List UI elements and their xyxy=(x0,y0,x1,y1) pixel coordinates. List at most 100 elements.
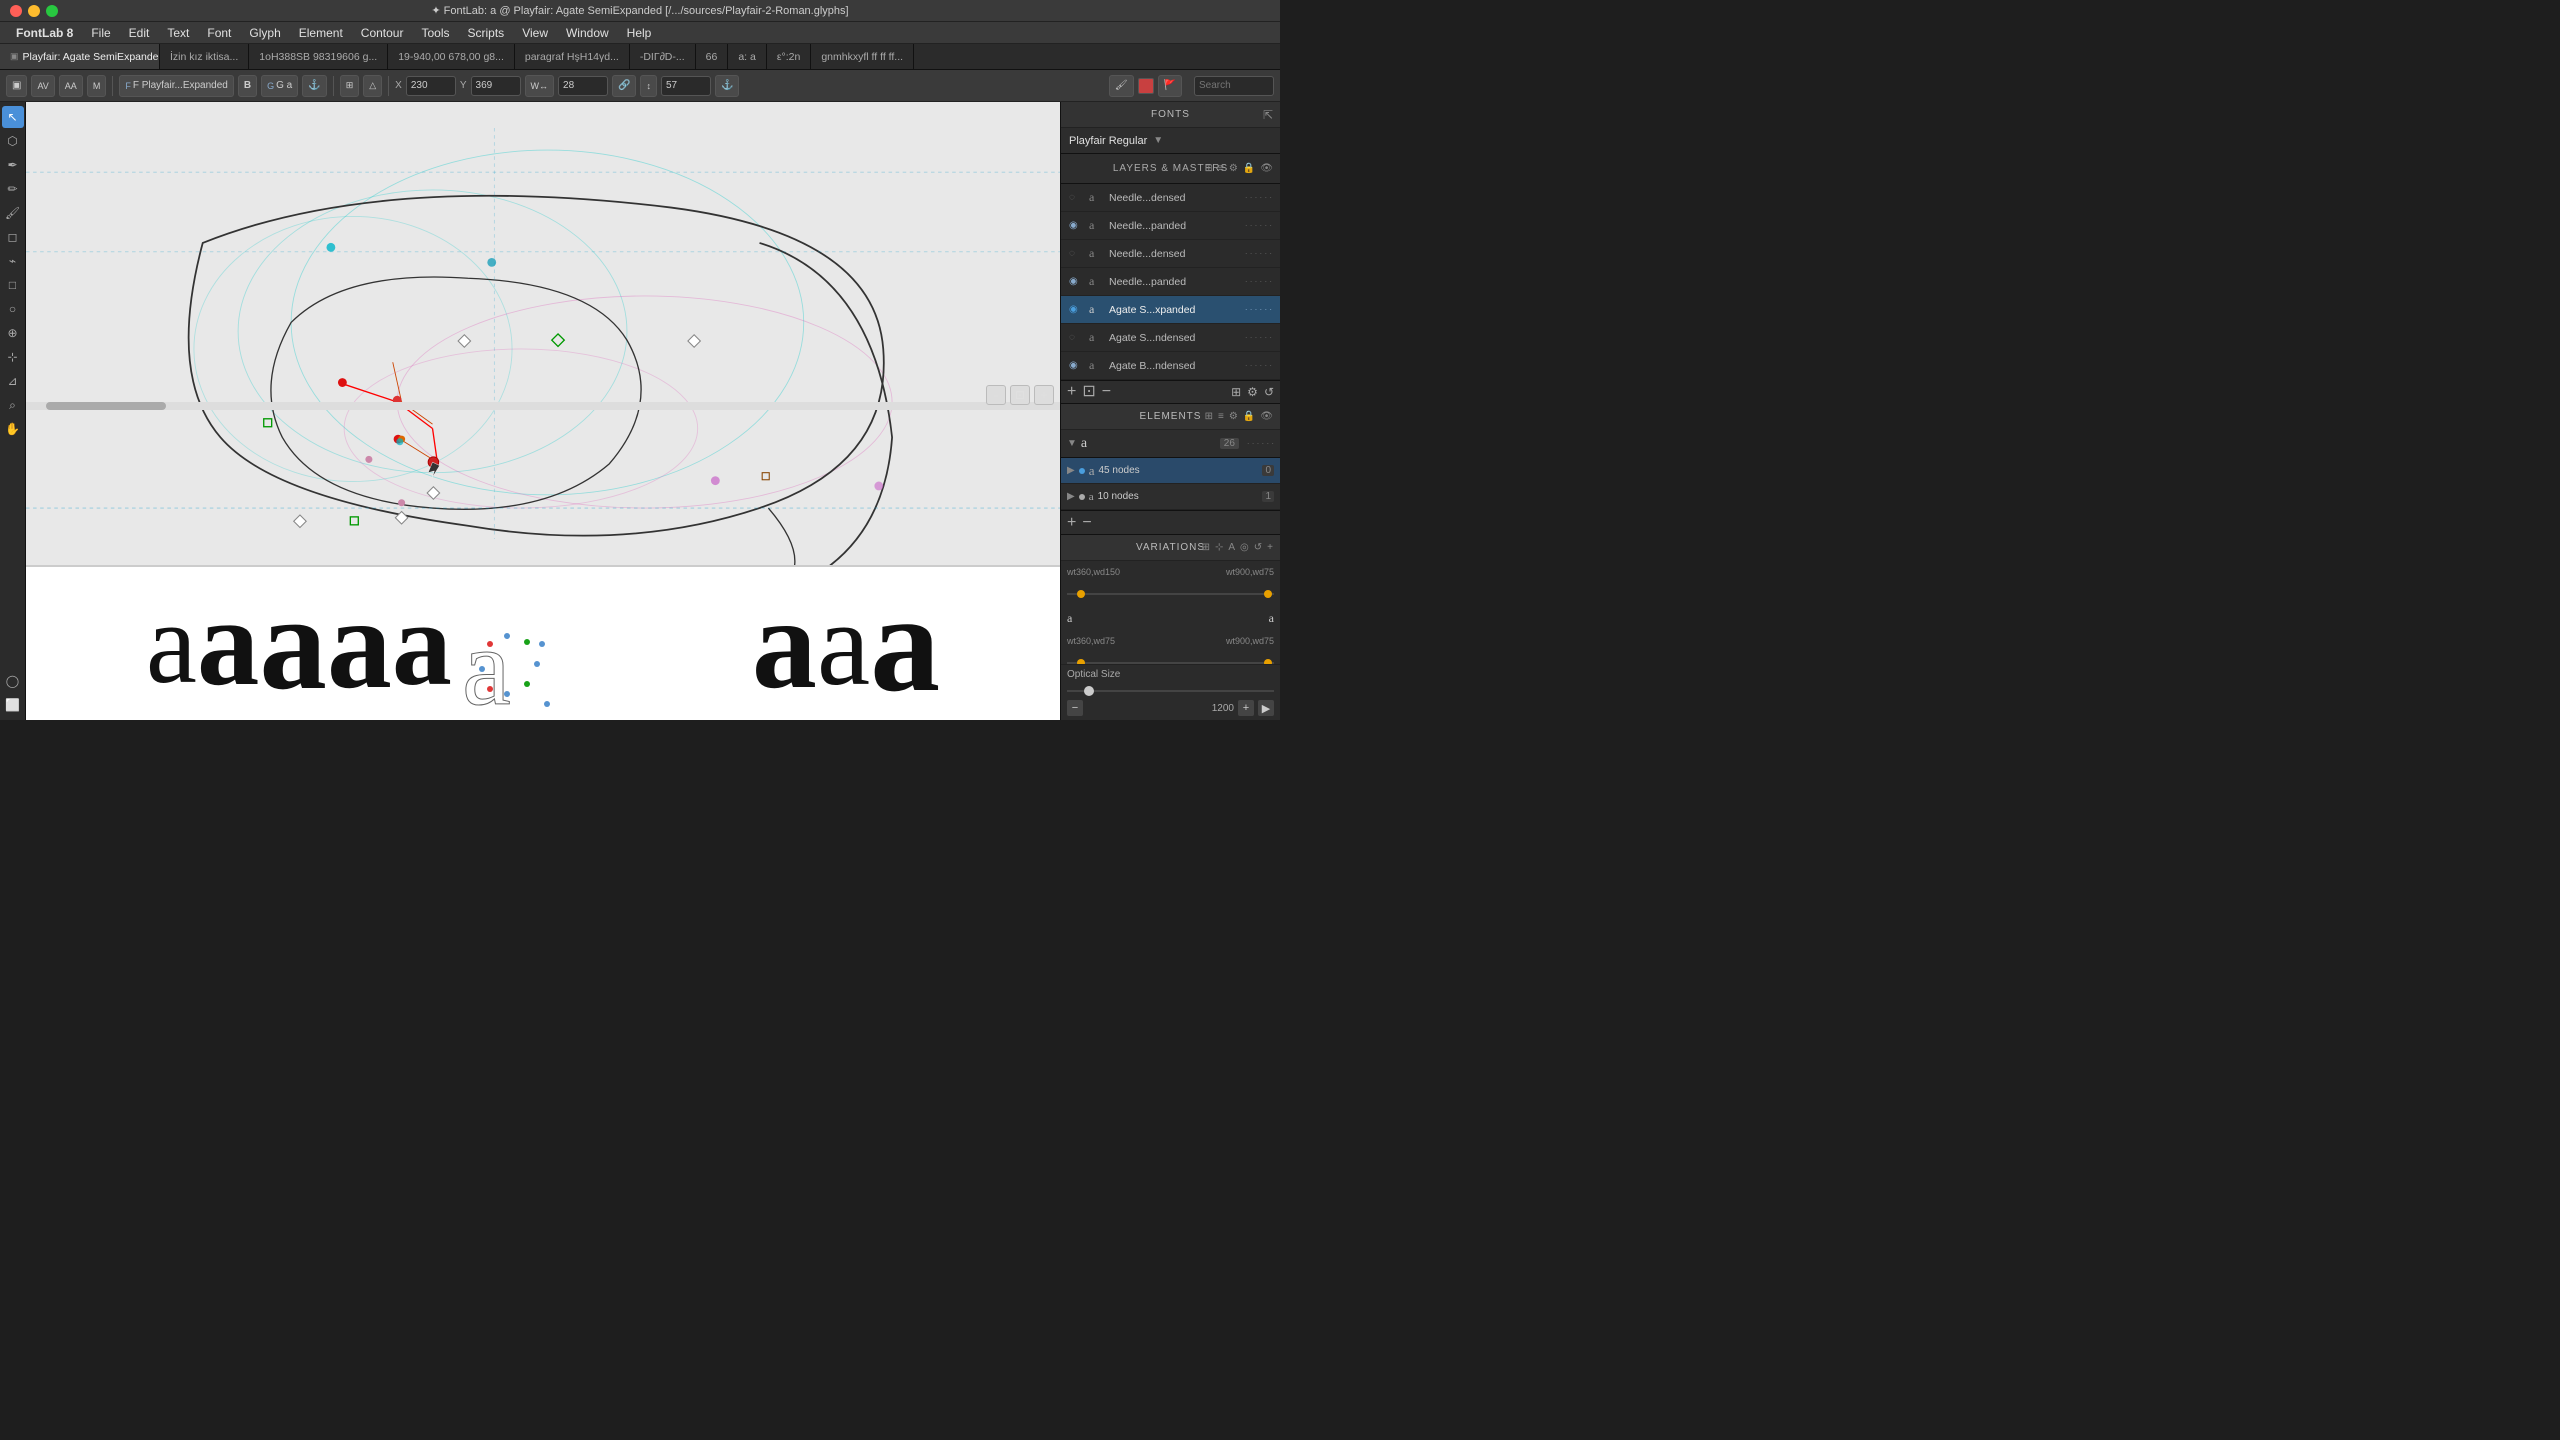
tool-zoom[interactable]: ⌕ xyxy=(2,394,24,416)
tool-ellipse[interactable]: ○ xyxy=(2,298,24,320)
add-font-btn[interactable]: + xyxy=(1067,384,1076,400)
toolbar-metrics-btn[interactable]: AV xyxy=(31,75,54,97)
weight-axis-marker[interactable] xyxy=(1077,659,1085,664)
menu-help[interactable]: Help xyxy=(619,24,660,42)
optical-size-thumb[interactable] xyxy=(1084,686,1094,696)
toolbar-link-btn[interactable]: 🔗 xyxy=(612,75,636,97)
menu-tools[interactable]: Tools xyxy=(413,24,457,42)
toolbar-grid-btn[interactable]: ⊞ xyxy=(340,75,360,97)
x-input[interactable] xyxy=(406,76,456,96)
toolbar-h-btn[interactable]: ↕ xyxy=(640,75,657,97)
variations-icon-2[interactable]: ⊹ xyxy=(1215,542,1224,553)
scroll-thumb-horizontal[interactable] xyxy=(46,402,166,410)
zoom-fit-btn[interactable]: ⊡ xyxy=(1010,385,1030,405)
font-list-item-2[interactable]: ◌ a Needle...densed · · · · · · xyxy=(1061,240,1280,268)
font-list-item-0[interactable]: ◌ a Needle...densed · · · · · · xyxy=(1061,184,1280,212)
font-list-item-4[interactable]: ◉ a Agate S...xpanded · · · · · · xyxy=(1061,296,1280,324)
font-selector[interactable]: Playfair Regular ▼ xyxy=(1061,128,1280,154)
elements-eye-btn[interactable]: 👁 xyxy=(1260,411,1274,422)
tab-9[interactable]: gnmhkxyfl ff ff ff... xyxy=(811,44,914,69)
width-input[interactable] xyxy=(558,76,608,96)
menu-glyph[interactable]: Glyph xyxy=(241,24,288,42)
layers-settings-btn[interactable]: ⚙ xyxy=(1229,163,1239,174)
toolbar-flag-btn[interactable]: 🚩 xyxy=(1158,75,1182,97)
toolbar-font-selector[interactable]: F F Playfair...Expanded xyxy=(119,75,234,97)
remove-element-btn[interactable]: − xyxy=(1082,514,1091,532)
layers-hide-btn[interactable]: 👁 xyxy=(1260,163,1274,174)
variations-add-btn[interactable]: + xyxy=(1267,542,1274,553)
optical-size-track[interactable] xyxy=(1067,684,1274,698)
tab-playfair-agate[interactable]: ▣ Playfair: Agate SemiExpanded xyxy=(0,44,160,69)
tool-pointer[interactable]: ↖ xyxy=(2,106,24,128)
toolbar-anchor2-btn[interactable]: ⚓ xyxy=(715,75,739,97)
font-list-item-1[interactable]: ◉ a Needle...panded · · · · · · xyxy=(1061,212,1280,240)
tab-2[interactable]: 1oH388SB 98319606 g... xyxy=(249,44,388,69)
tool-circle-outline[interactable]: ◯ xyxy=(2,670,24,692)
height-input[interactable] xyxy=(661,76,711,96)
elements-list-btn[interactable]: ≡ xyxy=(1218,411,1225,422)
tab-1[interactable]: İzin kız iktisa... xyxy=(160,44,249,69)
tool-hand[interactable]: ✋ xyxy=(2,418,24,440)
layers-lock-btn[interactable]: 🔒 xyxy=(1243,163,1256,174)
toolbar-m-btn[interactable]: M xyxy=(87,75,107,97)
tab-3[interactable]: 19-940,00 678,00 g8... xyxy=(388,44,515,69)
tab-5[interactable]: -DΙΓ∂D-... xyxy=(630,44,696,69)
close-button[interactable] xyxy=(10,5,22,17)
canvas-area[interactable]: - ⊡ + a a a a a a xyxy=(26,102,1060,720)
tool-pencil[interactable]: ✏ xyxy=(2,178,24,200)
y-input[interactable] xyxy=(471,76,521,96)
minimize-button[interactable] xyxy=(28,5,40,17)
menu-edit[interactable]: Edit xyxy=(121,24,158,42)
elements-grid-btn[interactable]: ⊞ xyxy=(1205,411,1214,422)
canvas-hscroll[interactable] xyxy=(26,402,1060,410)
font-expand-btn[interactable]: ⊞ xyxy=(1231,385,1241,399)
width-axis-marker-right[interactable] xyxy=(1264,590,1272,598)
menu-view[interactable]: View xyxy=(514,24,556,42)
optical-size-play[interactable]: ▶ xyxy=(1258,700,1274,716)
tab-4[interactable]: paragraf HşH14γd... xyxy=(515,44,630,69)
tool-paint[interactable]: 🖌 xyxy=(2,202,24,224)
tool-rectangle[interactable]: □ xyxy=(2,274,24,296)
font-list-item-5[interactable]: ◌ a Agate S...ndensed · · · · · · xyxy=(1061,324,1280,352)
elements-settings-btn[interactable]: ⚙ xyxy=(1229,411,1239,422)
weight-axis-marker-right[interactable] xyxy=(1264,659,1272,664)
variations-icon-3[interactable]: A xyxy=(1228,542,1236,553)
font-list-item-6[interactable]: ◉ a Agate B...ndensed · · · · · · xyxy=(1061,352,1280,380)
optical-size-minus[interactable]: − xyxy=(1067,700,1083,716)
elements-lock-btn[interactable]: 🔒 xyxy=(1243,411,1256,422)
variations-icon-4[interactable]: ◎ xyxy=(1240,542,1250,553)
element-row-1[interactable]: ▶ a 10 nodes 1 xyxy=(1061,484,1280,510)
toolbar-view-btn[interactable]: ▣ xyxy=(6,75,27,97)
tab-8[interactable]: ε°:2n xyxy=(767,44,811,69)
toolbar-up-btn[interactable]: △ xyxy=(363,75,382,97)
variations-icon-1[interactable]: ⊞ xyxy=(1202,542,1211,553)
font-refresh-btn[interactable]: ↺ xyxy=(1264,385,1274,399)
toolbar-aa-btn[interactable]: AA xyxy=(59,75,83,97)
toolbar-brush-btn[interactable]: 🖌 xyxy=(1109,75,1134,97)
zoom-in-btn[interactable]: + xyxy=(1034,385,1054,405)
add-element-btn[interactable]: + xyxy=(1067,514,1076,532)
tool-square-outline[interactable]: ⬜ xyxy=(2,694,24,716)
toolbar-color-btn[interactable] xyxy=(1138,78,1154,94)
tool-contour[interactable]: ⬡ xyxy=(2,130,24,152)
font-list-item-3[interactable]: ◉ a Needle...panded · · · · · · xyxy=(1061,268,1280,296)
tab-7[interactable]: a: a xyxy=(728,44,767,69)
toolbar-anchor-btn[interactable]: ⚓ xyxy=(302,75,326,97)
maximize-button[interactable] xyxy=(46,5,58,17)
weight-axis-track[interactable] xyxy=(1067,648,1274,664)
tab-6[interactable]: 66 xyxy=(696,44,729,69)
menu-contour[interactable]: Contour xyxy=(353,24,412,42)
remove-font-btn[interactable]: − xyxy=(1102,384,1111,400)
duplicate-font-btn[interactable]: ⊡ xyxy=(1082,384,1095,400)
menu-window[interactable]: Window xyxy=(558,24,617,42)
fonts-expand-btn[interactable]: ⇱ xyxy=(1263,108,1274,122)
font-settings-btn[interactable]: ⚙ xyxy=(1247,385,1258,399)
menu-font[interactable]: Font xyxy=(199,24,239,42)
tool-measure[interactable]: ⊿ xyxy=(2,370,24,392)
menu-scripts[interactable]: Scripts xyxy=(460,24,513,42)
toolbar-glyph-selector[interactable]: G G a xyxy=(261,75,298,97)
toolbar-wh-btn[interactable]: W↔ xyxy=(525,75,555,97)
menu-text[interactable]: Text xyxy=(159,24,197,42)
menu-file[interactable]: File xyxy=(83,24,118,42)
zoom-out-btn[interactable]: - xyxy=(986,385,1006,405)
